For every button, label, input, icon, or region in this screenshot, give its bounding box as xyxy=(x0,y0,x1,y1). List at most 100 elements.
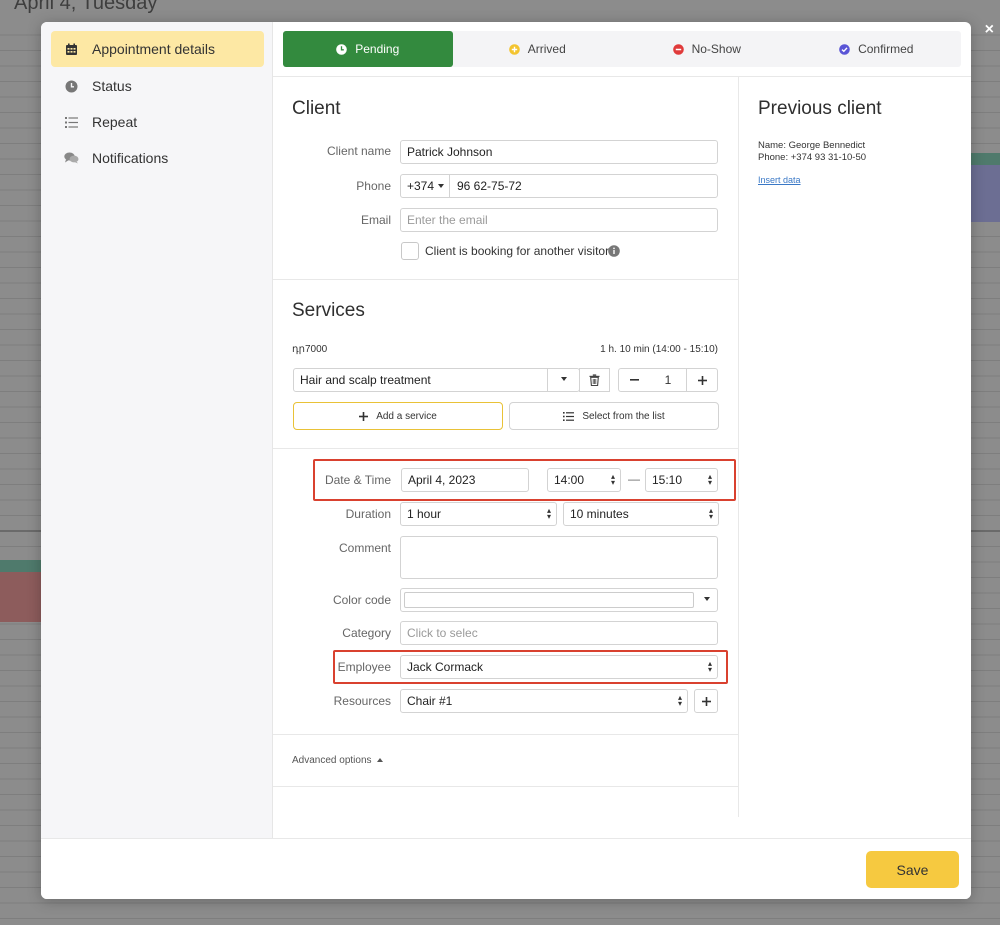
category-input[interactable]: Click to selec xyxy=(400,621,718,645)
sidebar-item-label: Status xyxy=(92,78,132,94)
calendar-event-block[interactable] xyxy=(0,572,41,622)
chevron-down-icon xyxy=(438,184,445,188)
list-icon xyxy=(62,113,80,131)
tab-arrived[interactable]: Arrived xyxy=(453,31,623,67)
service-select[interactable]: Hair and scalp treatment xyxy=(293,368,580,392)
tab-confirmed[interactable]: Confirmed xyxy=(792,31,962,67)
quantity-increase-button[interactable] xyxy=(686,368,718,392)
previous-client-phone: Phone: +374 93 31-10-50 xyxy=(758,152,867,163)
save-button[interactable]: Save xyxy=(866,851,959,888)
comment-textarea[interactable] xyxy=(400,536,718,579)
list-icon xyxy=(563,411,575,421)
add-service-label: Add a service xyxy=(376,410,437,422)
chevron-up-icon xyxy=(377,758,384,763)
updown-arrows-icon: ▴ ▾ xyxy=(546,506,551,521)
sidebar-item-label: Repeat xyxy=(92,114,138,130)
calendar-date-heading: April 4, Tuesday xyxy=(14,0,158,14)
updown-arrows-icon: ▴ ▾ xyxy=(708,506,713,521)
calendar-event-block[interactable] xyxy=(971,165,1000,222)
comment-label: Comment xyxy=(338,541,391,555)
client-section-title: Client xyxy=(292,98,341,119)
check-circle-icon xyxy=(839,43,850,55)
select-from-list-label: Select from the list xyxy=(582,410,665,422)
color-code-label: Color code xyxy=(332,593,391,607)
country-code-select[interactable]: +374 xyxy=(401,175,450,197)
sidebar-item-appointment-details[interactable]: Appointment details xyxy=(51,31,264,67)
services-section-title: Services xyxy=(292,300,365,321)
country-code-value: +374 xyxy=(407,179,435,193)
previous-client-name: Name: George Bennedict xyxy=(758,140,866,151)
duration-hours-value: 1 hour xyxy=(407,507,442,521)
tab-pending[interactable]: Pending xyxy=(283,31,453,67)
duration-label: Duration xyxy=(345,507,391,521)
info-icon[interactable] xyxy=(608,244,620,262)
chat-icon xyxy=(62,149,80,167)
duration-minutes-value: 10 minutes xyxy=(570,507,629,521)
phone-number-value[interactable]: 96 62-75-72 xyxy=(450,179,522,193)
tab-no-show[interactable]: No-Show xyxy=(622,31,792,67)
client-name-label: Client name xyxy=(326,144,391,158)
minus-circle-icon xyxy=(672,43,684,55)
updown-arrows-icon: ▴ ▾ xyxy=(677,693,682,708)
sidebar-item-label: Notifications xyxy=(92,150,169,166)
client-name-input[interactable]: Patrick Johnson xyxy=(400,140,718,164)
calendar-icon xyxy=(62,40,80,58)
email-label: Email xyxy=(360,213,391,227)
tab-label: Pending xyxy=(355,42,400,56)
divider xyxy=(273,786,738,787)
add-resource-button[interactable] xyxy=(694,689,718,713)
previous-client-title: Previous client xyxy=(758,98,882,119)
service-value: Hair and scalp treatment xyxy=(300,373,431,387)
calendar-event-strip xyxy=(971,153,1000,165)
service-price: դր7000 xyxy=(292,344,328,355)
divider xyxy=(273,76,971,77)
delete-service-button[interactable] xyxy=(579,368,610,392)
sidebar-item-label: Appointment details xyxy=(92,41,215,57)
service-dropdown-toggle[interactable] xyxy=(547,369,579,391)
appointment-form: Pending Arrived No-Show Confirmed Client… xyxy=(273,22,971,838)
datetime-highlight xyxy=(313,459,736,501)
clock-icon xyxy=(62,77,80,95)
modal-footer: Save xyxy=(41,838,971,899)
phone-input: +374 96 62-75-72 xyxy=(400,174,718,198)
quantity-stepper[interactable]: 1 xyxy=(649,368,687,392)
close-icon[interactable]: × xyxy=(985,20,994,40)
tab-label: No-Show xyxy=(691,42,741,56)
appointment-modal: Appointment details Status Repeat Notifi… xyxy=(41,22,971,899)
advanced-options-label: Advanced options xyxy=(292,755,372,766)
another-visitor-label: Client is booking for another visitor xyxy=(425,244,610,258)
sidebar-item-status[interactable]: Status xyxy=(51,68,264,104)
divider xyxy=(273,734,738,735)
add-service-button[interactable]: Add a service xyxy=(293,402,503,430)
resources-select[interactable]: Chair #1 ▴ ▾ xyxy=(400,689,688,713)
service-duration-summary: 1 h. 10 min (14:00 - 15:10) xyxy=(600,344,718,355)
tab-label: Arrived xyxy=(527,42,566,56)
employee-highlight xyxy=(333,650,728,684)
duration-hours-select[interactable]: 1 hour ▴ ▾ xyxy=(400,502,557,526)
divider xyxy=(273,279,738,280)
color-swatch xyxy=(404,592,694,608)
email-field[interactable]: Enter the email xyxy=(400,208,718,232)
calendar-event-strip xyxy=(0,560,41,572)
duration-minutes-select[interactable]: 10 minutes ▴ ▾ xyxy=(563,502,719,526)
another-visitor-checkbox[interactable] xyxy=(401,242,419,260)
clock-icon xyxy=(336,43,348,55)
plus-icon xyxy=(701,696,711,706)
color-code-select[interactable] xyxy=(400,588,718,612)
resources-label: Resources xyxy=(333,694,391,708)
chevron-down-icon xyxy=(561,377,567,381)
trash-icon xyxy=(589,374,600,386)
chevron-down-icon xyxy=(704,597,710,601)
sidebar-item-notifications[interactable]: Notifications xyxy=(51,140,264,176)
insert-data-link[interactable]: Insert data xyxy=(758,175,801,185)
select-from-list-button[interactable]: Select from the list xyxy=(509,402,719,430)
status-tabs: Pending Arrived No-Show Confirmed xyxy=(283,31,961,67)
resources-value: Chair #1 xyxy=(407,694,453,708)
sidebar-item-repeat[interactable]: Repeat xyxy=(51,104,264,140)
advanced-options-toggle[interactable]: Advanced options xyxy=(292,755,384,766)
minus-icon xyxy=(629,379,639,381)
quantity-decrease-button[interactable] xyxy=(618,368,650,392)
plus-icon xyxy=(697,375,707,385)
plus-circle-icon xyxy=(508,43,520,55)
phone-label: Phone xyxy=(356,179,391,193)
